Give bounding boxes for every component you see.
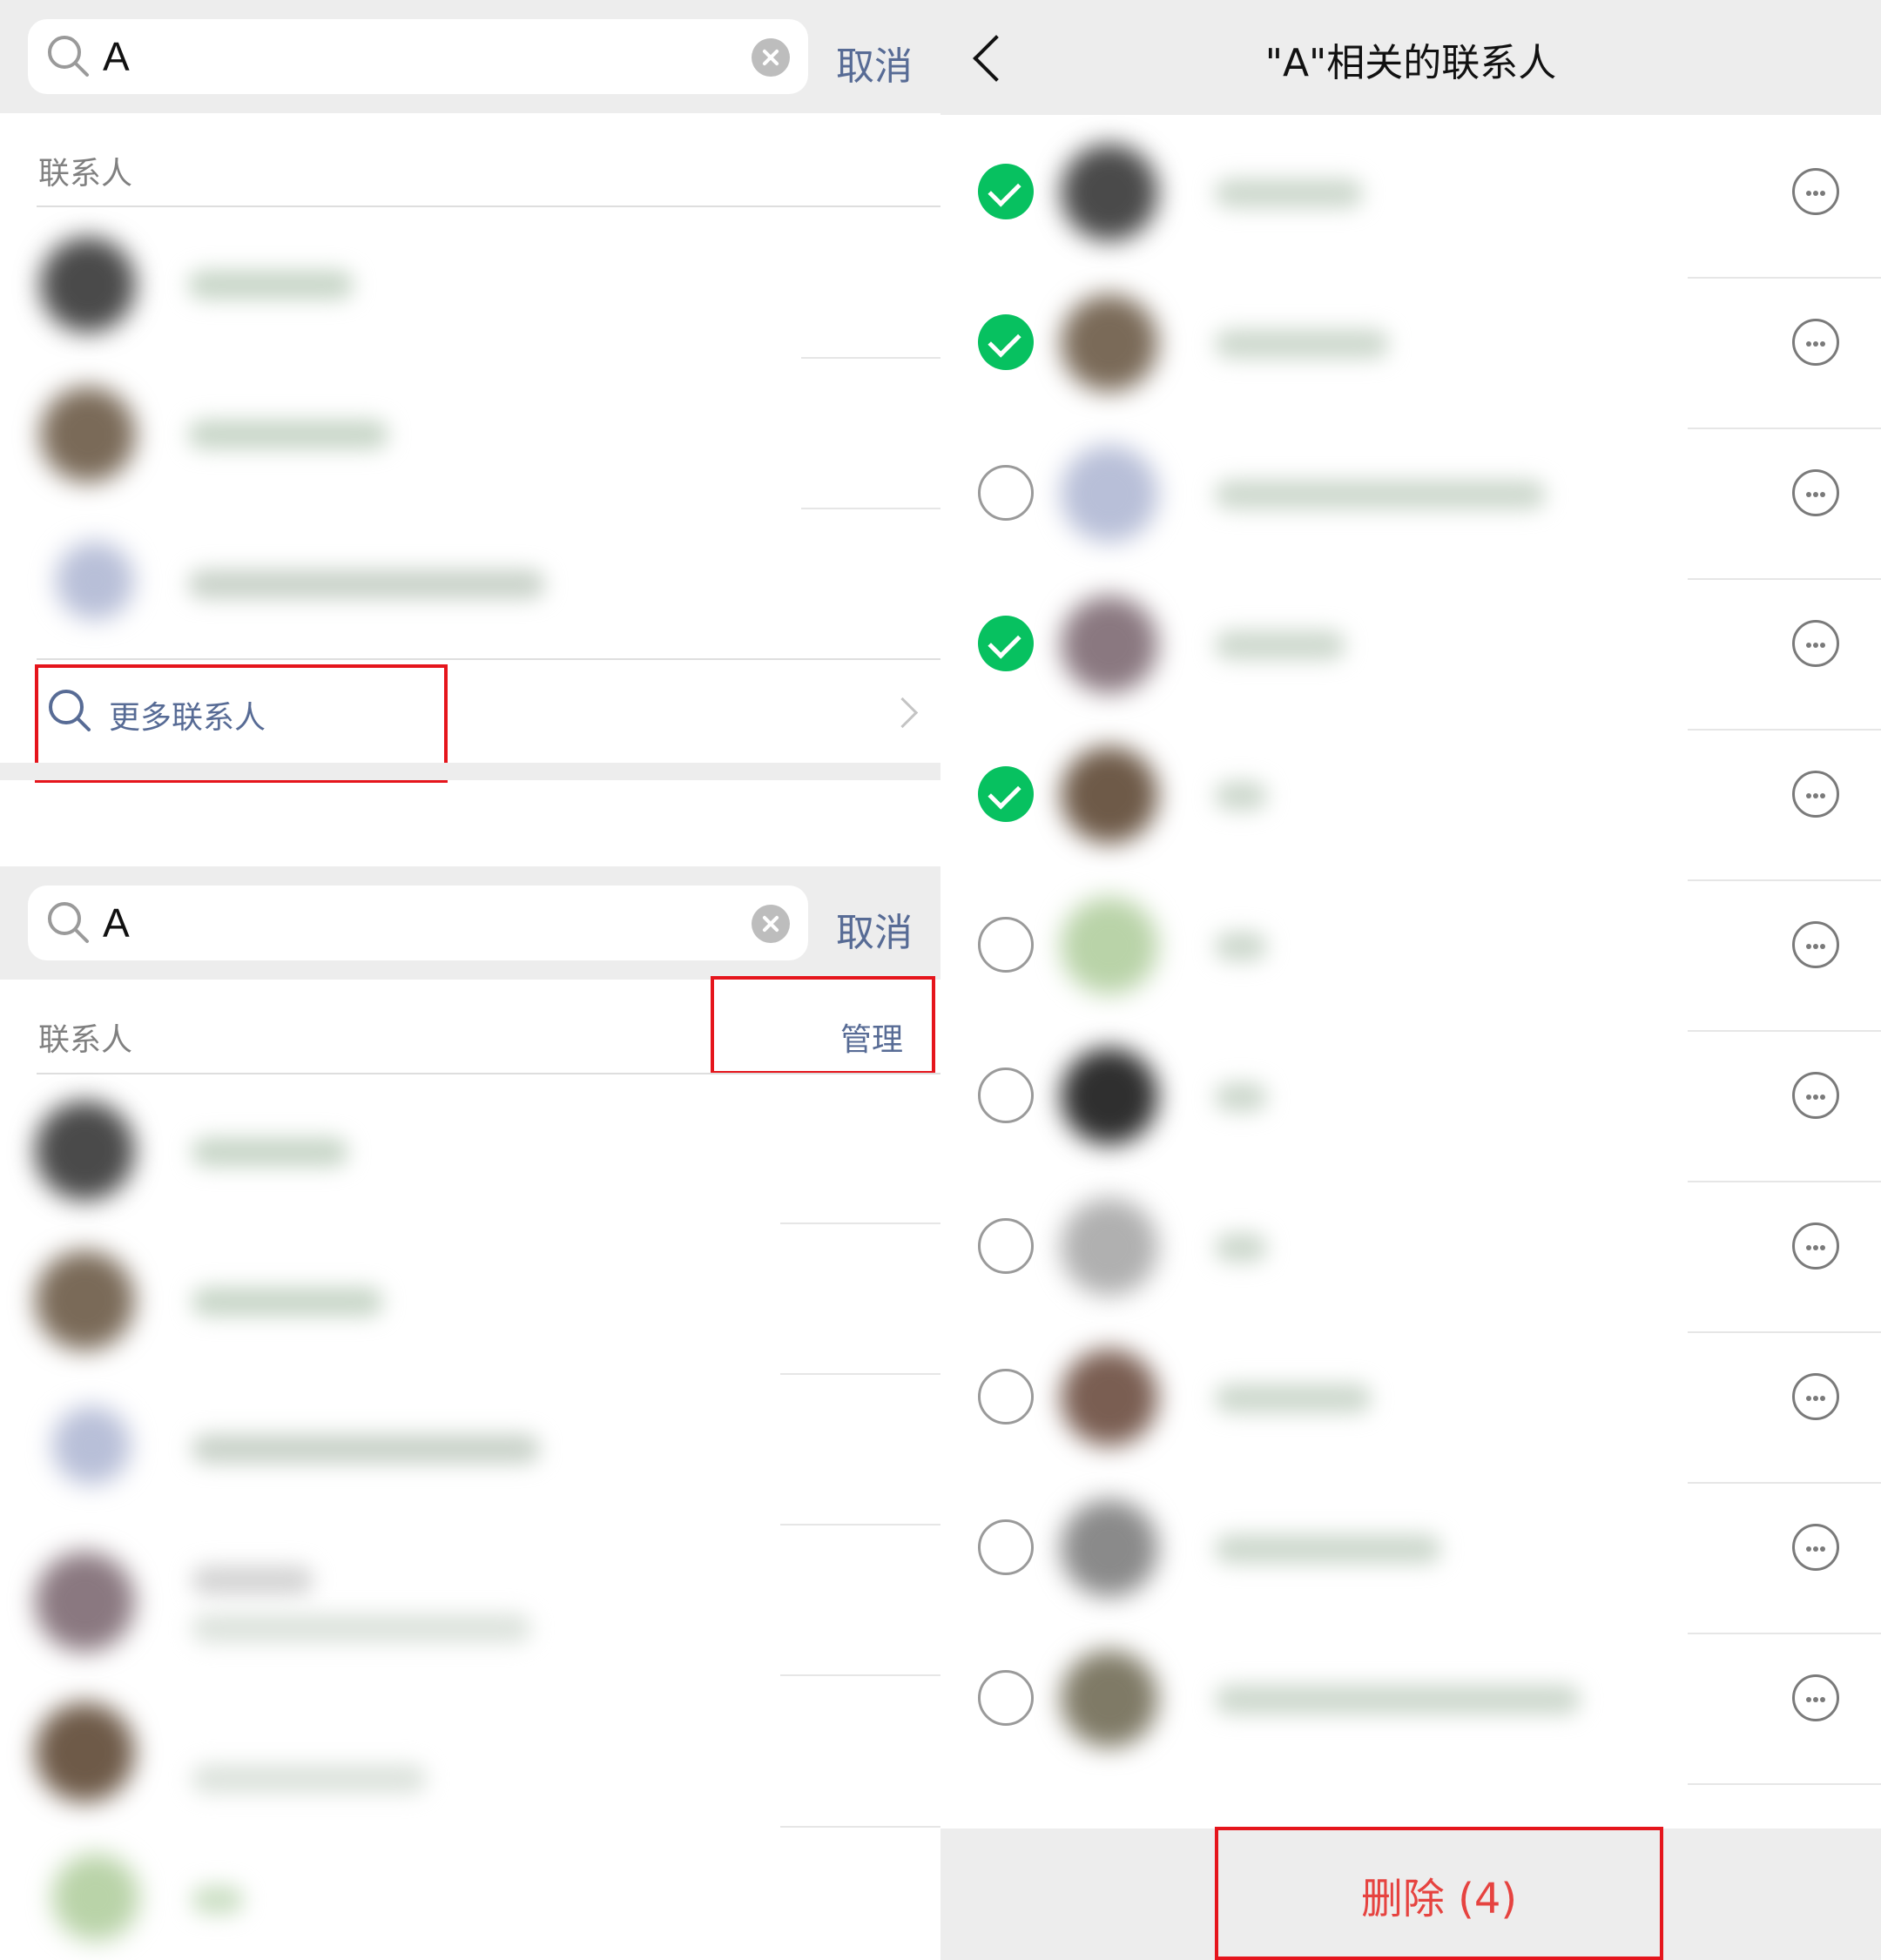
avatar (35, 1101, 135, 1201)
avatar (56, 542, 134, 620)
more-options-icon[interactable] (1792, 1373, 1839, 1420)
avatar (1061, 294, 1158, 392)
avatar (1061, 1349, 1158, 1446)
contact-name-blurred (1215, 781, 1267, 811)
more-options-icon[interactable] (1792, 319, 1839, 366)
contact-name-blurred (188, 420, 388, 449)
contact-name-blurred (192, 1137, 348, 1167)
page-title: "A"相关的联系人 (1264, 41, 1557, 85)
avatar (1061, 1047, 1158, 1145)
contact-name-blurred (1215, 480, 1546, 509)
clear-icon[interactable] (752, 38, 790, 77)
avatar (40, 387, 136, 482)
contact-name-blurred (192, 1287, 383, 1317)
contact-name-blurred (192, 1434, 540, 1464)
search-icon (48, 902, 89, 943)
checkbox-checked-icon[interactable] (978, 766, 1034, 822)
checkbox-unchecked-icon[interactable] (978, 1218, 1034, 1274)
highlight-box (711, 976, 935, 1074)
cancel-button[interactable]: 取消 (836, 901, 913, 957)
checkbox-checked-icon[interactable] (978, 616, 1034, 671)
section-label-contacts: 联系人 (38, 156, 133, 192)
divider (37, 1073, 940, 1074)
contact-name-blurred (1215, 1534, 1441, 1564)
list-item[interactable] (17, 1229, 784, 1369)
more-options-icon[interactable] (1792, 168, 1839, 215)
contact-name-blurred (1215, 630, 1345, 660)
search-icon (48, 36, 89, 77)
checkbox-unchecked-icon[interactable] (978, 1068, 1034, 1123)
avatar (52, 1854, 139, 1941)
checkbox-checked-icon[interactable] (978, 314, 1034, 370)
checkbox-unchecked-icon[interactable] (978, 917, 1034, 973)
highlight-box (1215, 1827, 1663, 1960)
avatar (35, 1702, 135, 1802)
list-item[interactable] (17, 1080, 784, 1219)
section-label-contacts: 联系人 (38, 1022, 133, 1058)
list-item[interactable] (17, 1681, 784, 1821)
avatar (1061, 746, 1158, 844)
avatar (35, 1552, 135, 1652)
more-options-icon[interactable] (1792, 620, 1839, 667)
divider (780, 1373, 940, 1375)
search-query-text: A (103, 900, 130, 946)
cancel-button[interactable]: 取消 (836, 35, 913, 91)
more-options-icon[interactable] (1792, 1222, 1839, 1270)
checkbox-unchecked-icon[interactable] (978, 1369, 1034, 1425)
divider (780, 1674, 940, 1676)
divider (1688, 1783, 1881, 1785)
contact-name-blurred (188, 569, 545, 599)
divider (780, 1826, 940, 1828)
contact-detail-blurred (192, 1613, 531, 1643)
contact-name-blurred (1215, 1082, 1267, 1112)
search-input-top[interactable] (28, 19, 808, 94)
more-options-icon[interactable] (1792, 1674, 1839, 1721)
avatar (35, 1250, 135, 1350)
more-options-icon[interactable] (1792, 921, 1839, 968)
contact-name-blurred (1215, 932, 1267, 961)
avatar (1061, 445, 1158, 542)
list-item[interactable] (17, 1531, 784, 1670)
checkbox-unchecked-icon[interactable] (978, 1670, 1034, 1726)
list-item[interactable] (31, 216, 801, 355)
contact-name-blurred (192, 1566, 314, 1595)
list-item[interactable] (17, 1833, 784, 1955)
contact-name-blurred (1215, 1384, 1372, 1413)
divider (780, 1524, 940, 1526)
contact-name-blurred (188, 270, 354, 300)
divider (37, 205, 940, 207)
contact-name-blurred (192, 1885, 244, 1915)
checkbox-checked-icon[interactable] (978, 164, 1034, 219)
search-query-text: A (103, 34, 130, 79)
list-item[interactable] (31, 366, 801, 505)
more-options-icon[interactable] (1792, 469, 1839, 516)
list-item[interactable] (17, 1380, 784, 1519)
avatar (1061, 144, 1158, 241)
contact-name-blurred (1215, 1233, 1267, 1263)
avatar (1061, 1650, 1158, 1748)
contact-name-blurred (1215, 329, 1389, 359)
list-item[interactable] (31, 515, 801, 646)
avatar (52, 1406, 131, 1485)
avatar (1061, 1198, 1158, 1296)
clear-icon[interactable] (752, 905, 790, 943)
contact-name-blurred (1215, 178, 1363, 208)
divider (780, 1222, 940, 1224)
search-input-middle[interactable] (28, 886, 808, 960)
checkbox-unchecked-icon[interactable] (978, 1519, 1034, 1575)
more-options-icon[interactable] (1792, 1072, 1839, 1119)
contact-name-blurred (1215, 1685, 1581, 1714)
avatar (1061, 897, 1158, 994)
avatar (40, 237, 136, 333)
section-gap (0, 763, 940, 780)
more-options-icon[interactable] (1792, 771, 1839, 818)
divider (801, 508, 940, 509)
more-options-icon[interactable] (1792, 1524, 1839, 1571)
avatar (1061, 596, 1158, 693)
avatar (1061, 1499, 1158, 1597)
divider (801, 357, 940, 359)
contact-detail-blurred (192, 1764, 427, 1794)
checkbox-unchecked-icon[interactable] (978, 465, 1034, 521)
